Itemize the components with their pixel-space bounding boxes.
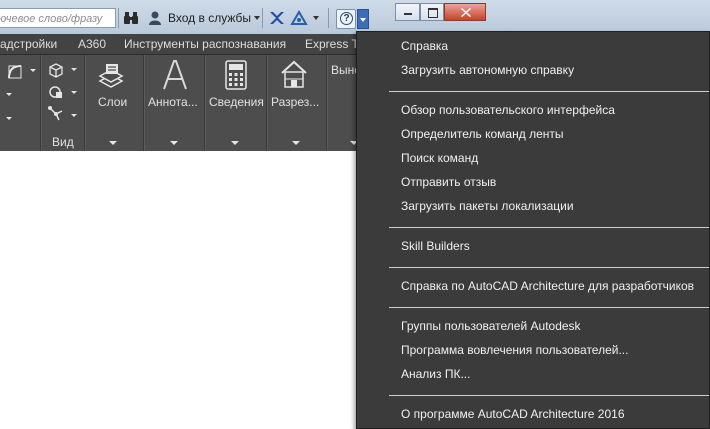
menu-item-about[interactable]: О программе AutoCAD Architecture 2016 [401,403,625,425]
connect-dropdown-icon[interactable] [313,16,319,20]
search-placeholder: ючевое слово/фразу [0,13,103,25]
layers-button-label[interactable]: Слои [98,95,127,109]
menu-item-ui-overview[interactable]: Обзор пользовательского интерфейса [401,99,615,121]
panel-separator [40,55,41,151]
user-icon[interactable] [147,10,163,26]
menu-item-command-search[interactable]: Поиск команд [401,147,478,169]
menu-item-skill-builders[interactable]: Skill Builders [401,235,470,257]
close-button[interactable] [444,3,486,21]
menu-item-pc-analysis[interactable]: Анализ ПК... [401,363,470,385]
menu-item-download-offline-help[interactable]: Загрузить автономную справку [401,59,574,81]
panel-separator [84,55,85,151]
minimize-icon [404,13,412,15]
solid-tool-icon[interactable] [6,63,24,84]
signin-dropdown-icon[interactable] [254,16,260,20]
menu-divider [389,395,709,396]
title-bar: ючевое слово/фразу Вход в службы ? [0,0,710,34]
layers-icon[interactable] [96,61,126,94]
toolbar-separator [328,8,329,28]
close-icon [461,8,471,17]
menu-item-send-feedback[interactable]: Отправить отзыв [401,171,496,193]
menu-item-download-language-packs[interactable]: Загрузить пакеты локализации [401,195,574,217]
cube-view-icon[interactable] [47,61,65,82]
panel-separator [143,55,144,151]
ribbon-panel-area: Вид Слои Аннота... Сведения Разрез... Вы… [0,55,361,151]
help-button[interactable]: ? [336,9,356,29]
visual-style-icon[interactable] [47,83,65,104]
properties-button-label[interactable]: Сведения [209,95,264,109]
chevron-down-icon[interactable] [71,68,77,71]
menu-divider [389,91,709,92]
menu-divider [389,227,709,228]
menu-item-help[interactable]: Справка [401,35,448,57]
help-dropdown-button[interactable] [357,9,369,29]
search-input[interactable]: ючевое слово/фразу [0,8,116,28]
menu-item-user-groups[interactable]: Группы пользователей Autodesk [401,315,581,337]
chevron-down-icon[interactable] [71,114,77,117]
menu-item-ribbon-command-locator[interactable]: Определитель команд ленты [401,123,564,145]
view-panel-label: Вид [52,135,74,149]
signin-button[interactable]: Вход в службы [168,8,251,28]
binoculars-icon[interactable] [123,10,139,26]
connect-icon[interactable] [290,10,308,26]
annotation-button-label[interactable]: Аннота... [148,95,198,109]
toolbar-separator [118,8,119,28]
toolbar-separator [262,8,263,28]
calculator-icon[interactable] [224,59,248,94]
annotation-panel-expand-icon[interactable] [170,141,178,145]
panel-separator [326,55,327,151]
menu-item-engagement-program[interactable]: Программа вовлечения пользователей... [401,339,628,361]
section-button-label[interactable]: Разрез... [271,95,319,109]
section-panel-expand-icon[interactable] [292,141,300,145]
chevron-down-icon[interactable] [30,69,36,72]
tab-addins[interactable]: адстройки [0,34,57,54]
help-icon: ? [340,12,353,25]
navigate-icon[interactable] [47,105,65,126]
chevron-down-icon[interactable] [71,91,77,94]
layers-panel-expand-icon[interactable] [109,141,117,145]
tab-a360[interactable]: A360 [78,34,106,54]
help-dropdown-menu: Справка Загрузить автономную справку Обз… [356,31,710,429]
chevron-down-icon [360,18,366,22]
maximize-icon [428,8,438,18]
panel-separator [204,55,205,151]
annotation-icon[interactable] [160,59,190,94]
section-house-icon[interactable] [278,59,310,94]
chevron-down-icon[interactable] [6,93,12,96]
minimize-button[interactable] [395,3,420,21]
tab-recognition-tools[interactable]: Инструменты распознавания [124,34,286,54]
maximize-button[interactable] [420,3,444,21]
menu-divider [389,267,709,268]
menu-item-developer-help[interactable]: Справка по AutoCAD Architecture для разр… [401,275,694,297]
panel-separator [266,55,267,151]
properties-panel-expand-icon[interactable] [231,141,239,145]
chevron-down-icon[interactable] [6,117,12,120]
exchange-apps-icon[interactable] [268,10,286,26]
menu-divider [389,307,709,308]
